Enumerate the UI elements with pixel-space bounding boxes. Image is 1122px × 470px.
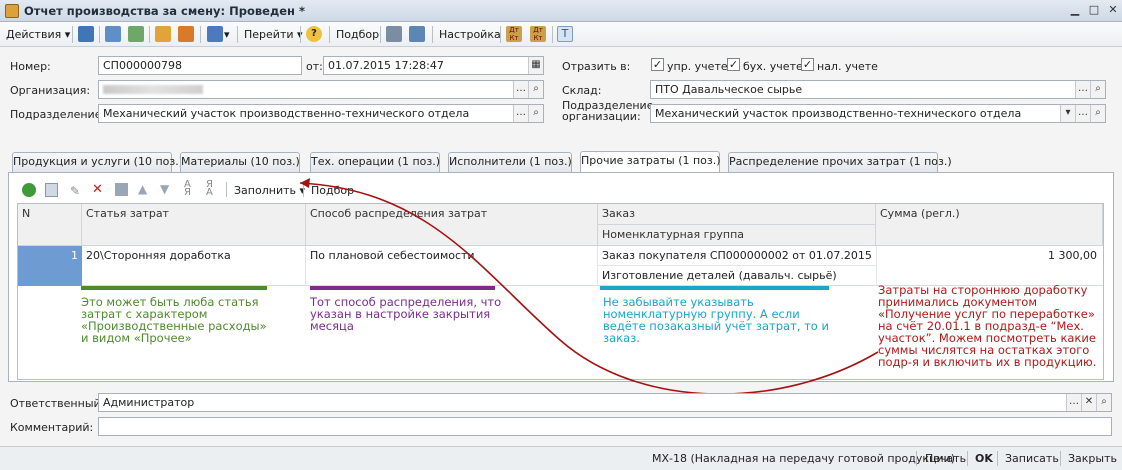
responsible-open-icon[interactable]: ⌕ [1096,394,1111,411]
close-button[interactable]: Закрыть [1068,452,1117,465]
responsible-clear-icon[interactable]: ✕ [1081,394,1096,411]
print-button[interactable]: Печать [925,452,966,465]
responsible-field[interactable]: Администратор … ✕ ⌕ [98,393,1112,412]
print-form-link[interactable]: МХ-18 (Накладная на передачу готовой про… [652,452,955,465]
status-bar: МХ-18 (Накладная на передачу готовой про… [0,446,1122,470]
responsible-value: Администратор [103,396,195,409]
comment-field[interactable] [98,417,1112,436]
ok-button[interactable]: OK [975,452,993,465]
save-button[interactable]: Записать [1005,452,1059,465]
responsible-select-icon[interactable]: … [1066,394,1081,411]
comment-label: Комментарий: [10,421,94,434]
responsible-label: Ответственный: [10,397,105,410]
